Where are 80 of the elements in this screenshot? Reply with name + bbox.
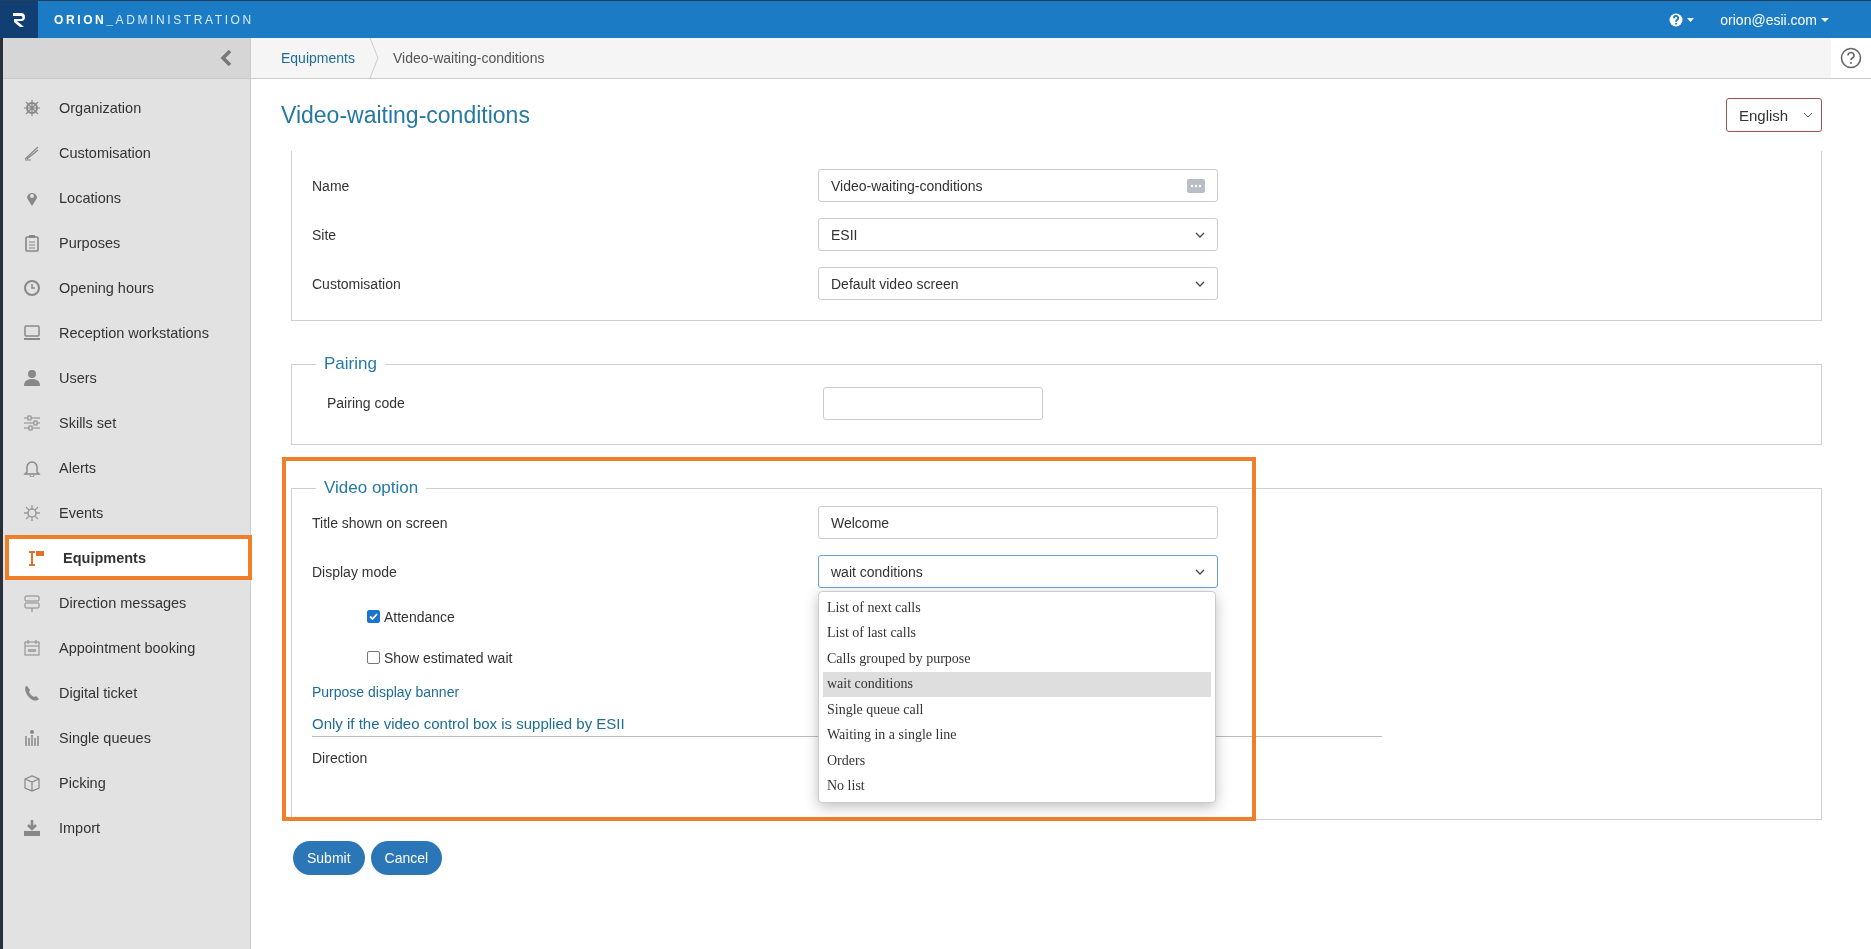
download-icon [23,818,41,837]
field-label: Title shown on screen [312,514,449,531]
burst-icon [23,503,41,522]
sidebar-item[interactable]: Digital ticket [3,670,250,715]
phone-icon [23,683,41,702]
pairing-code-field[interactable] [823,386,1043,420]
dropdown-option[interactable]: wait conditions [823,671,1211,697]
sidebar-item[interactable]: Reception workstations [3,310,250,355]
sidebar-item[interactable]: Purposes [3,220,250,265]
user-icon [23,368,41,387]
field-label: Pairing code [327,395,406,411]
language-select[interactable]: English [1726,98,1822,132]
dropdown-option[interactable]: List of last calls [823,620,1211,646]
sidebar-item[interactable]: Customisation [3,130,250,175]
text-field[interactable]: Video-waiting-conditions [818,169,1218,202]
help-icon [1669,12,1684,27]
equipment-icon [27,548,45,567]
field-label: Site [312,226,338,243]
sidebar-item[interactable]: Alerts [3,445,250,490]
chevron-down-icon [1195,280,1205,287]
select-field[interactable]: wait conditions [818,555,1218,588]
sidebar-item[interactable]: Opening hours [3,265,250,310]
dropdown-option[interactable]: Orders [823,748,1211,774]
page-title: Video-waiting-conditions [281,101,530,129]
submit-button[interactable]: Submit [293,841,365,875]
help-menu-button[interactable] [1669,12,1695,27]
select-field[interactable]: Default video screen [818,267,1218,300]
sidebar-item[interactable]: Organization [3,85,250,130]
sidebar-item[interactable]: Events [3,490,250,535]
sidebar-item[interactable]: Skills set [3,400,250,445]
checkbox-label: Show estimated wait [384,649,513,666]
breadcrumb-link[interactable]: Equipments [281,50,355,66]
collapse-icon[interactable] [220,50,232,66]
dropdown-option[interactable]: No list [823,773,1211,799]
section-link[interactable]: Purpose display banner [312,684,460,700]
sidebar-item[interactable]: Locations [3,175,250,220]
sidebar-item[interactable]: Appointment booking [3,625,250,670]
section-legend: Pairing [316,354,385,374]
dropdown-option[interactable]: Calls grouped by purpose [823,646,1211,672]
checkbox[interactable] [367,651,380,664]
help-icon [1840,47,1862,69]
help-button[interactable] [1831,38,1871,78]
dropdown-option[interactable]: List of next calls [823,595,1211,621]
caret-icon [1687,17,1695,22]
app-title: ORION_ADMINISTRATION [54,12,254,27]
text-field[interactable]: Welcome [818,506,1218,539]
chevron-down-icon [1195,231,1205,238]
monitor-icon [23,323,41,342]
field-label: Display mode [312,563,398,580]
sidebar-item[interactable]: Single queues [3,715,250,760]
chevron-down-icon [1803,112,1813,118]
clock-icon [23,278,41,297]
chevron-down-icon [1195,568,1205,575]
clipboard-icon [23,233,41,252]
dropdown-option[interactable]: Single queue call [823,697,1211,723]
field-label: Customisation [312,275,402,292]
signpost-icon [23,593,41,612]
user-menu-button[interactable]: orion@esii.com [1720,11,1829,28]
select-field[interactable]: ESII [818,218,1218,251]
cancel-button[interactable]: Cancel [370,841,443,875]
sidebar-item[interactable]: Import [3,805,250,850]
dropdown-option[interactable]: Waiting in a single line [823,722,1211,748]
breadcrumb-current: Video-waiting-conditions [392,50,545,66]
section-legend: Video option [316,478,427,498]
checkbox-label: Attendance [384,608,455,625]
sidebar-item[interactable]: Equipments [5,535,252,580]
caret-icon [1821,17,1829,22]
field-label: Direction [312,750,369,766]
sliders-icon [23,413,41,432]
field-label: Name [312,177,351,194]
queue-icon [23,728,41,747]
bell-icon [23,458,41,477]
gear-icon [23,98,41,117]
calendar-icon [23,638,41,657]
box-icon [23,773,41,792]
logo-icon [0,1,38,38]
checkbox[interactable] [367,610,380,623]
sidebar-item[interactable]: Direction messages [3,580,250,625]
sidebar-item[interactable]: Picking [3,760,250,805]
sidebar-item[interactable]: Users [3,355,250,400]
